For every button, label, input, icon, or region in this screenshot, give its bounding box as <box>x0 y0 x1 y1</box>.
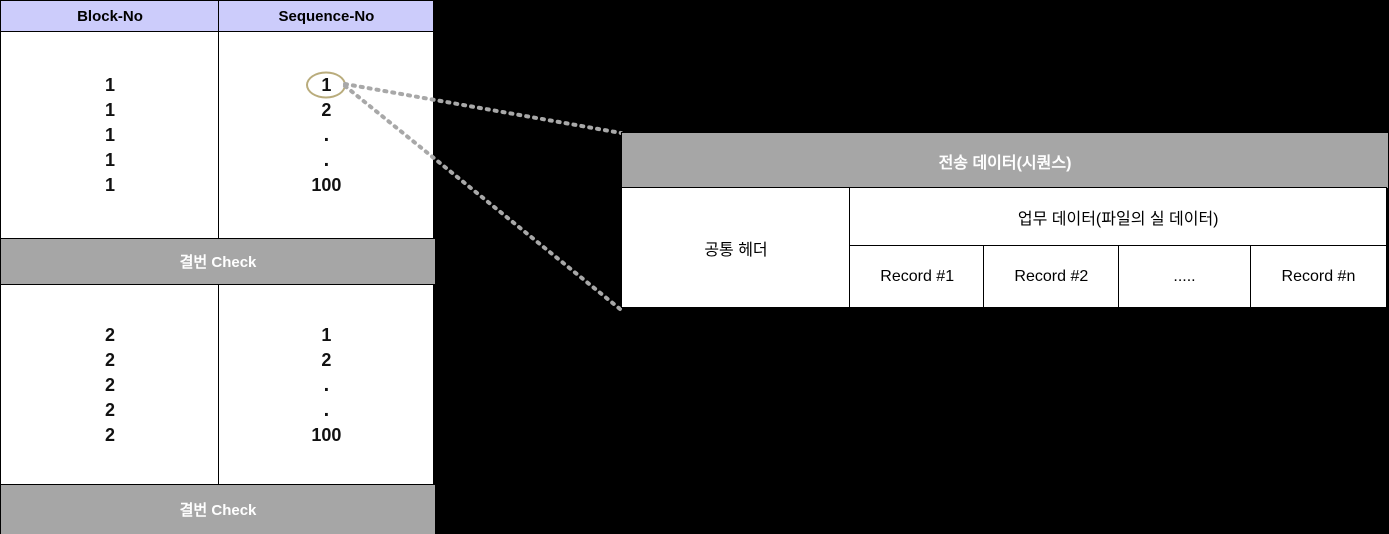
record-cell-ellipsis: ..... <box>1117 245 1252 309</box>
sequence-no-values-2: 1 2 . . 100 <box>311 322 341 447</box>
block-no-value: 1 <box>104 75 115 96</box>
sequence-no-values-1: 1 2 . . 100 <box>311 73 341 198</box>
block-no-value: 1 <box>104 150 115 171</box>
sequence-no-cell-1: 1 2 . . 100 <box>218 31 435 240</box>
transmission-data-body: 공통 헤더 업무 데이터(파일의 실 데이터) Record #1 Record… <box>621 187 1389 309</box>
gap-check-band-2: 결번 Check <box>0 483 436 534</box>
record-row: Record #1 Record #2 ..... Record #n <box>849 245 1388 309</box>
common-header-cell: 공통 헤더 <box>621 187 851 309</box>
block-no-value: 2 <box>104 324 115 345</box>
gap-check-band-1: 결번 Check <box>0 237 436 285</box>
transmission-data-diagram: 전송 데이터(시퀀스) 공통 헤더 업무 데이터(파일의 실 데이터) Reco… <box>621 132 1389 309</box>
sequence-no-value: 100 <box>311 175 342 196</box>
block-no-value: 2 <box>104 399 115 420</box>
block-no-value: 2 <box>104 349 115 370</box>
sequence-no-value-highlighted: 1 <box>321 73 331 98</box>
table-header-row: Block-No Sequence-No <box>0 0 436 33</box>
sequence-no-value: 2 <box>321 349 332 370</box>
sequence-no-value: 2 <box>321 100 332 121</box>
payload-title-cell: 업무 데이터(파일의 실 데이터) <box>849 187 1388 248</box>
block-no-value: 2 <box>104 424 115 445</box>
block-no-values-1: 1 1 1 1 1 <box>105 73 115 198</box>
record-cell-2: Record #2 <box>983 245 1120 309</box>
column-header-sequence-no: Sequence-No <box>218 0 435 33</box>
block-no-values-2: 2 2 2 2 2 <box>105 322 115 447</box>
block-no-value: 2 <box>104 374 115 395</box>
sequence-no-cell-2: 1 2 . . 100 <box>218 284 435 485</box>
record-cell-n: Record #n <box>1249 245 1388 309</box>
block-no-value: 1 <box>104 125 115 146</box>
payload-section: 업무 데이터(파일의 실 데이터) Record #1 Record #2 ..… <box>849 187 1388 309</box>
table-row: 2 2 2 2 2 1 2 . . 100 <box>0 284 436 485</box>
table-row: 1 1 1 1 1 1 2 . . 100 <box>0 31 436 240</box>
sequence-no-value: . <box>323 398 330 421</box>
sequence-no-value: . <box>323 149 330 172</box>
transmission-data-header: 전송 데이터(시퀀스) <box>621 132 1389 189</box>
sequence-no-value: 1 <box>321 324 332 345</box>
column-header-block-no: Block-No <box>0 0 220 33</box>
sequence-no-value: 100 <box>311 424 342 445</box>
block-no-cell-1: 1 1 1 1 1 <box>0 31 220 240</box>
record-cell-1: Record #1 <box>849 245 986 309</box>
block-no-cell-2: 2 2 2 2 2 <box>0 284 220 485</box>
block-no-value: 1 <box>104 100 115 121</box>
sequence-table: Block-No Sequence-No 1 1 1 1 1 1 2 . . 1… <box>0 0 436 534</box>
sequence-no-value: . <box>323 124 330 147</box>
sequence-no-value: . <box>323 373 330 396</box>
block-no-value: 1 <box>104 175 115 196</box>
